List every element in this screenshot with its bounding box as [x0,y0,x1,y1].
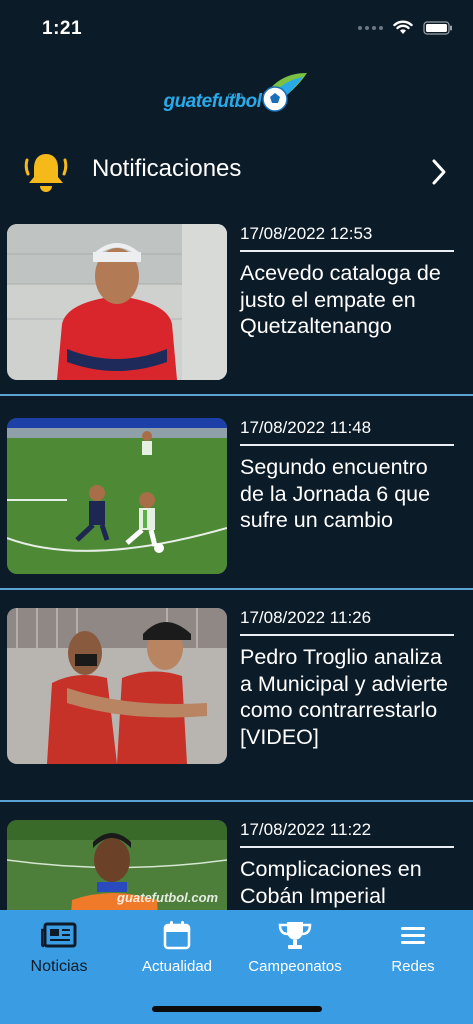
news-thumbnail [7,224,227,380]
tab-noticias[interactable]: Noticias [0,918,118,976]
news-headline[interactable]: Pedro Troglio analiza a Municipal y advi… [240,644,454,750]
news-feed[interactable]: 17/08/2022 12:53 Acevedo cataloga de jus… [0,218,473,910]
news-headline[interactable]: Segundo encuentro de la Jornada 6 que su… [240,454,454,534]
news-item[interactable]: 17/08/2022 11:26 Pedro Troglio analiza a… [0,590,473,802]
cellular-signal-icon [358,25,383,30]
thumbnail-watermark: guatefutbol.com [117,890,219,905]
wifi-icon [393,20,413,34]
status-time: 1:21 [42,18,83,39]
tab-actualidad[interactable]: Actualidad [118,918,236,975]
app-logo: guatefutbol .com [0,66,473,116]
status-icons [358,20,453,35]
news-thumbnail [7,418,227,574]
newspaper-icon [41,922,77,948]
tab-label: Redes [391,958,435,975]
menu-icon [401,927,425,944]
page-title: Notificaciones [92,155,242,182]
battery-icon [423,20,452,35]
status-bar: 1:21 [0,0,473,56]
news-date: 17/08/2022 12:53 [240,224,454,252]
soccer-ball-logo-icon [262,73,308,112]
logo-sub: .com [225,91,243,100]
tab-label: Noticias [30,958,88,975]
trophy-icon [278,922,312,949]
tab-label: Actualidad [141,958,213,975]
tab-redes[interactable]: Redes [354,918,472,975]
news-item[interactable]: guatefutbol.com 17/08/2022 11:22 Complic… [0,802,473,910]
news-thumbnail: guatefutbol.com [7,820,227,910]
news-item[interactable]: 17/08/2022 11:48 Segundo encuentro de la… [0,396,473,590]
logo-text: guatefutbol [163,91,262,112]
news-date: 17/08/2022 11:26 [240,608,454,636]
news-thumbnail [7,608,227,764]
tab-label: Campeonatos [248,958,342,975]
calendar-icon [163,921,191,950]
news-date: 17/08/2022 11:48 [240,418,454,446]
bell-icon [24,154,68,192]
news-date: 17/08/2022 11:22 [240,820,454,848]
chevron-right-icon[interactable] [431,158,447,186]
notifications-header[interactable]: Notificaciones [0,140,473,204]
news-item[interactable]: 17/08/2022 12:53 Acevedo cataloga de jus… [0,218,473,396]
news-headline[interactable]: Acevedo cataloga de justo el empate en Q… [240,260,454,340]
news-headline[interactable]: Complicaciones en Cobán Imperial [240,856,454,909]
home-indicator[interactable] [152,1006,322,1012]
tab-campeonatos[interactable]: Campeonatos [236,918,354,975]
